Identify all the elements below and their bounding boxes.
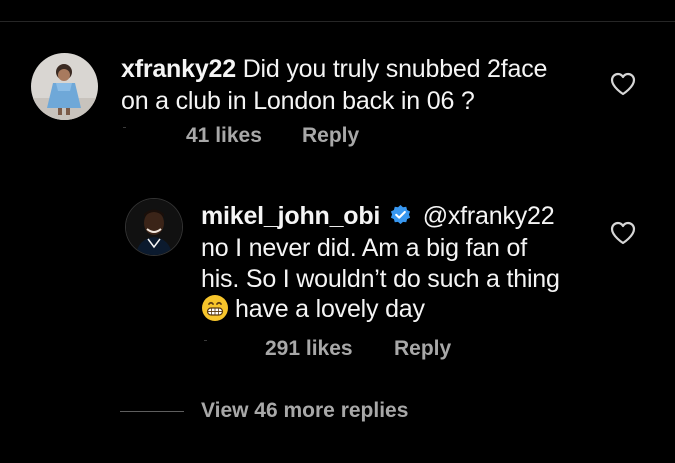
reply-text-line-2: no I never did. Am a big fan of [201, 234, 527, 262]
tiny-dot [204, 340, 207, 341]
comment-body: xfranky22 Did you truly snubbed 2face [121, 54, 547, 84]
avatar[interactable] [126, 199, 182, 255]
view-replies-line [120, 411, 184, 412]
reply-text-line-3: his. So I wouldn’t do such a thing [201, 265, 560, 293]
heart-outline-icon[interactable] [610, 221, 636, 245]
tiny-dot [123, 127, 126, 128]
reply-first-line: mikel_john_obi @xfranky22 [201, 201, 555, 231]
heart-outline-icon[interactable] [610, 72, 636, 96]
top-divider [0, 21, 675, 22]
grinning-emoji-icon [201, 294, 229, 322]
comment-text-line-2: on a club in London back in 06 ? [121, 87, 475, 115]
reply-text-line-4-text: have a lovely day [235, 295, 425, 323]
child-photo-avatar-icon [31, 53, 98, 120]
reply-username[interactable]: mikel_john_obi [201, 202, 380, 230]
reply-button[interactable]: Reply [394, 337, 451, 361]
comment-username[interactable]: xfranky22 [121, 55, 236, 83]
like-count[interactable]: 291 likes [265, 337, 353, 361]
like-count[interactable]: 41 likes [186, 124, 262, 148]
verified-badge-icon [389, 204, 412, 227]
avatar[interactable] [31, 53, 98, 120]
reply-button[interactable]: Reply [302, 124, 359, 148]
view-more-replies-button[interactable]: View 46 more replies [201, 399, 408, 423]
comment-text-line-1: Did you truly snubbed 2face [242, 55, 548, 83]
reply-text-line-4: have a lovely day [201, 294, 425, 324]
mention-link[interactable]: @xfranky22 [423, 202, 555, 230]
man-photo-avatar-icon [126, 199, 182, 255]
